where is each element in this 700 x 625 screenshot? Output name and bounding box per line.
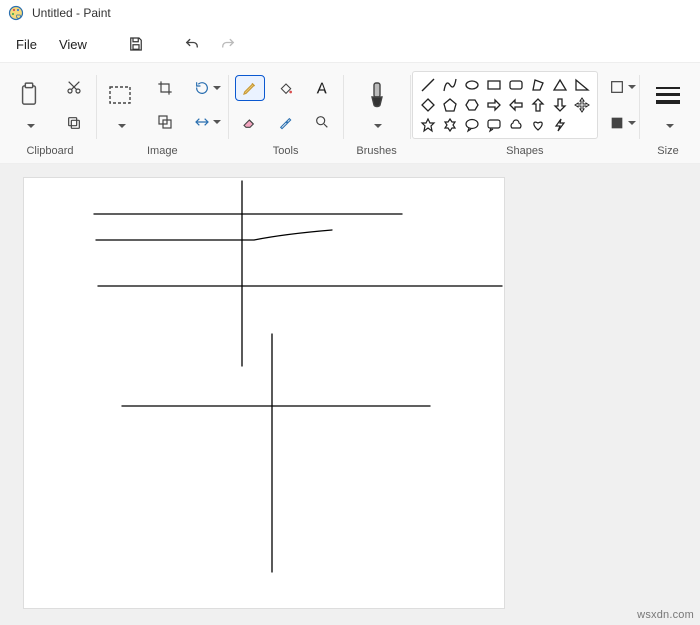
undo-button[interactable] bbox=[175, 30, 209, 58]
text-tool[interactable] bbox=[307, 75, 337, 101]
brushes-dropdown[interactable] bbox=[371, 119, 382, 133]
resize-button[interactable] bbox=[150, 109, 180, 135]
shape-fill-button[interactable] bbox=[608, 110, 638, 136]
shape-rect-icon[interactable] bbox=[485, 76, 503, 94]
group-tools: Tools bbox=[231, 71, 341, 159]
shape-oval-icon[interactable] bbox=[463, 76, 481, 94]
group-label-clipboard: Clipboard bbox=[26, 139, 73, 159]
size-button[interactable] bbox=[650, 77, 686, 113]
group-label-brushes: Brushes bbox=[356, 139, 396, 159]
shape-star6-icon[interactable] bbox=[441, 116, 459, 134]
watermark: wsxdn.com bbox=[637, 609, 694, 621]
paste-dropdown[interactable] bbox=[24, 119, 35, 133]
pencil-tool[interactable] bbox=[235, 75, 265, 101]
shape-speech-rect-icon[interactable] bbox=[485, 116, 503, 134]
shape-roundrect-icon[interactable] bbox=[507, 76, 525, 94]
shape-speech-round-icon[interactable] bbox=[463, 116, 481, 134]
titlebar: Untitled - Paint bbox=[0, 0, 700, 26]
color-picker-tool[interactable] bbox=[271, 109, 301, 135]
select-button[interactable] bbox=[102, 77, 138, 113]
shape-left-arrow-icon[interactable] bbox=[507, 96, 525, 114]
group-brushes: Brushes bbox=[346, 71, 408, 159]
size-dropdown[interactable] bbox=[663, 119, 674, 133]
shape-up-arrow-icon[interactable] bbox=[529, 96, 547, 114]
rotate-button[interactable] bbox=[192, 75, 222, 101]
fill-tool[interactable] bbox=[271, 75, 301, 101]
canvas-area: wsxdn.com bbox=[0, 164, 700, 625]
shape-right-triangle-icon[interactable] bbox=[573, 76, 591, 94]
shape-down-arrow-icon[interactable] bbox=[551, 96, 569, 114]
menu-file[interactable]: File bbox=[6, 31, 47, 58]
group-label-image: Image bbox=[147, 139, 178, 159]
cut-button[interactable] bbox=[59, 74, 89, 100]
window-title: Untitled - Paint bbox=[32, 6, 111, 20]
eraser-tool[interactable] bbox=[235, 109, 265, 135]
flip-button[interactable] bbox=[192, 109, 222, 135]
group-shapes: Shapes bbox=[413, 71, 638, 159]
shape-curve-icon[interactable] bbox=[441, 76, 459, 94]
group-label-tools: Tools bbox=[273, 139, 299, 159]
group-image: Image bbox=[99, 71, 226, 159]
shape-line-icon[interactable] bbox=[419, 76, 437, 94]
shape-triangle-icon[interactable] bbox=[551, 76, 569, 94]
shape-hexagon-icon[interactable] bbox=[463, 96, 481, 114]
group-size: Size bbox=[642, 71, 694, 159]
shape-diamond-icon[interactable] bbox=[419, 96, 437, 114]
crop-button[interactable] bbox=[150, 75, 180, 101]
paste-button[interactable] bbox=[11, 77, 47, 113]
shape-cloud-icon[interactable] bbox=[507, 116, 525, 134]
shape-polygon-icon[interactable] bbox=[529, 76, 547, 94]
menubar: File View bbox=[0, 26, 700, 62]
menu-view[interactable]: View bbox=[49, 31, 97, 58]
group-label-size: Size bbox=[657, 139, 678, 159]
group-label-shapes: Shapes bbox=[506, 139, 543, 159]
shape-lightning-icon[interactable] bbox=[551, 116, 569, 134]
shape-outline-button[interactable] bbox=[608, 74, 638, 100]
shape-four-arrow-icon[interactable] bbox=[573, 96, 591, 114]
paint-app-icon bbox=[8, 5, 24, 21]
shape-right-arrow-icon[interactable] bbox=[485, 96, 503, 114]
magnifier-tool[interactable] bbox=[307, 109, 337, 135]
shape-star5-icon[interactable] bbox=[419, 116, 437, 134]
group-clipboard: Clipboard bbox=[6, 71, 94, 159]
redo-button[interactable] bbox=[211, 30, 245, 58]
copy-button[interactable] bbox=[59, 110, 89, 136]
brushes-button[interactable] bbox=[359, 77, 395, 113]
ribbon: Clipboard bbox=[0, 62, 700, 164]
canvas[interactable] bbox=[24, 178, 504, 608]
shape-heart-icon[interactable] bbox=[529, 116, 547, 134]
shape-blank-icon bbox=[573, 116, 591, 134]
save-button[interactable] bbox=[119, 30, 153, 58]
shape-pentagon-icon[interactable] bbox=[441, 96, 459, 114]
shapes-gallery[interactable] bbox=[412, 71, 598, 139]
select-dropdown[interactable] bbox=[115, 119, 126, 133]
